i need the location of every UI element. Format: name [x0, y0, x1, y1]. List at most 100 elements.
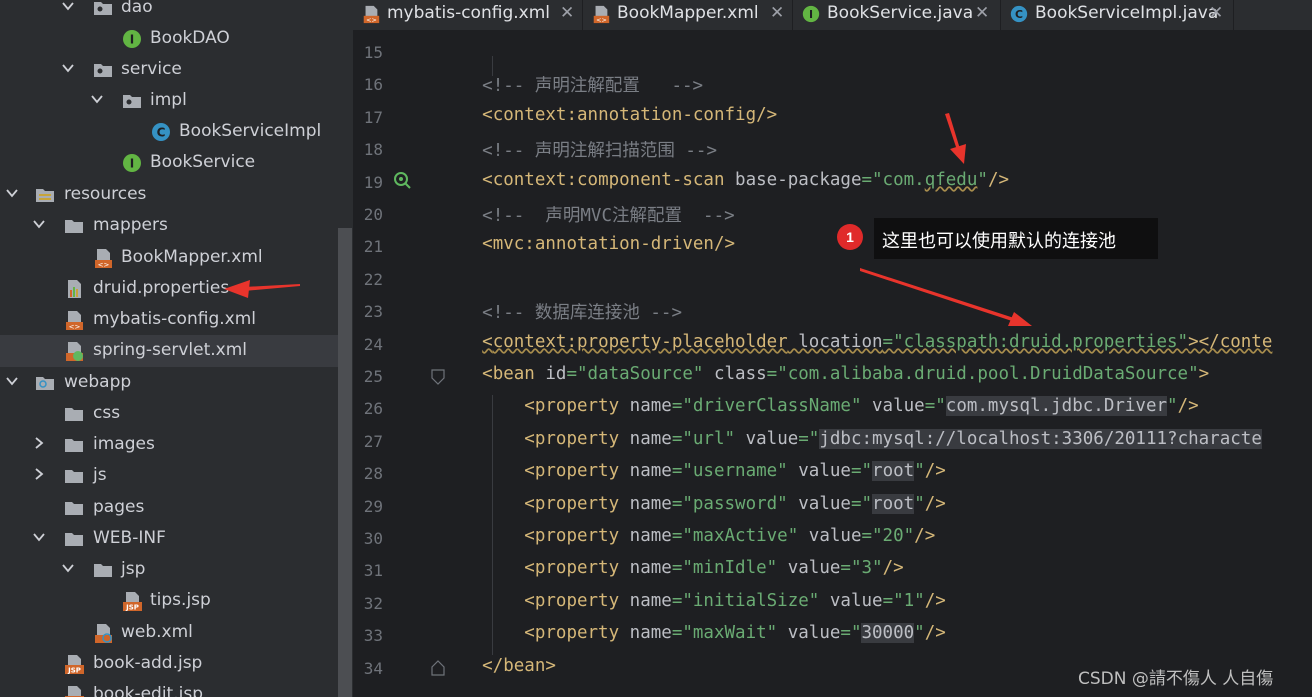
tree-item-bookdao[interactable]: I BookDAO — [0, 23, 338, 55]
tree-item-service[interactable]: service — [0, 54, 338, 86]
tab-mybatis-config-xml[interactable]: <> mybatis-config.xml ✕ — [353, 0, 582, 29]
close-icon[interactable]: ✕ — [1209, 3, 1223, 23]
close-icon[interactable]: ✕ — [560, 3, 574, 23]
tree-item-js[interactable]: js — [0, 460, 338, 492]
code-token: context: — [492, 104, 577, 125]
tree-item-mappers[interactable]: mappers — [0, 210, 338, 242]
tree-item-label: web.xml — [121, 622, 193, 642]
code-line[interactable]: <mvc:annotation-driven/> — [440, 234, 735, 264]
folder-icon — [92, 559, 114, 581]
tree-item-spring-servlet-xml[interactable]: spring-servlet.xml — [0, 335, 338, 367]
tree-item-resources[interactable]: resources — [0, 179, 338, 211]
tree-item-images[interactable]: images — [0, 429, 338, 461]
close-icon[interactable]: ✕ — [770, 3, 784, 23]
chevron-right-icon[interactable] — [31, 435, 47, 451]
close-icon[interactable]: ✕ — [975, 3, 989, 23]
chevron-down-icon[interactable] — [4, 373, 20, 389]
line-number: 23 — [363, 302, 383, 322]
code-token: ="maxWait" — [671, 623, 778, 644]
tree-item-bookmapper-xml[interactable]: <> BookMapper.xml — [0, 242, 338, 274]
tree-item-label: resources — [64, 184, 147, 204]
code-token: root — [872, 461, 915, 482]
code-token: < — [524, 623, 535, 644]
code-line[interactable]: <property name="maxWait" value="30000"/> — [440, 623, 946, 653]
code-token: property — [534, 558, 620, 579]
code-token: ="com.alibaba.druid.pool.DruidDataSource… — [766, 364, 1199, 384]
tab-bookservice-java[interactable]: I BookService.java ✕ — [793, 0, 1000, 29]
code-line[interactable]: <property name="password" value="root"/> — [440, 493, 946, 524]
code-token: > — [1198, 364, 1210, 384]
line-number: 21 — [363, 237, 383, 257]
code-token: =" — [840, 623, 862, 644]
chevron-down-icon[interactable] — [60, 60, 76, 76]
code-token: name — [619, 590, 672, 611]
annotation-badge: 1 — [837, 224, 863, 250]
code-line[interactable]: <context:component-scan base-package="co… — [440, 170, 1009, 200]
package-folder-icon — [92, 59, 114, 81]
code-token: name — [619, 396, 672, 417]
chevron-down-icon[interactable] — [60, 0, 76, 14]
tree-item-bookservice[interactable]: I BookService — [0, 147, 338, 179]
code-line[interactable]: <property name="initialSize" value="1"/> — [440, 591, 946, 621]
tree-item-jsp[interactable]: jsp — [0, 554, 338, 586]
tree-item-tips-jsp[interactable]: JSP tips.jsp — [0, 585, 338, 617]
code-token: ></conte — [1188, 331, 1273, 352]
chevron-right-icon[interactable] — [31, 466, 47, 482]
code-line[interactable]: <property name="username" value="root"/> — [440, 461, 946, 491]
code-token: name — [619, 623, 672, 644]
tree-item-webapp[interactable]: webapp — [0, 367, 338, 399]
code-line[interactable]: <context:annotation-config/> — [440, 105, 777, 135]
tree-item-book-edit-jsp[interactable]: JSP book-edit.jsp — [0, 679, 338, 697]
code-token: " — [1167, 396, 1178, 417]
code-token: jdbc:mysql://localhost:3306/20111?charac… — [819, 428, 1262, 449]
code-line[interactable]: <property name="minIdle" value="3"/> — [440, 558, 903, 588]
code-line[interactable]: <context:property-placeholder location="… — [440, 332, 1272, 362]
code-token: " — [977, 169, 988, 190]
chevron-down-icon[interactable] — [31, 216, 47, 232]
line-number: 32 — [363, 593, 383, 613]
code-line[interactable]: </bean> — [440, 656, 556, 686]
code-line[interactable]: <property name="url" value="jdbc:mysql:/… — [440, 428, 1262, 459]
tree-item-druid-properties[interactable]: druid.properties — [0, 273, 338, 305]
chevron-down-icon[interactable] — [31, 529, 47, 545]
tree-item-css[interactable]: css — [0, 398, 338, 430]
tree-item-label: jsp — [121, 559, 146, 579]
tree-item-mybatis-config-xml[interactable]: <> mybatis-config.xml — [0, 304, 338, 336]
spring-bean-gutter-icon[interactable] — [393, 171, 413, 191]
code-token: qfedu — [924, 169, 978, 190]
code-line[interactable]: <property name="driverClassName" value="… — [440, 396, 1199, 426]
code-line[interactable]: <!-- 数据库连接池 --> — [440, 299, 682, 329]
jsp-file-icon: JSP — [63, 653, 85, 675]
tab-bookmapper-xml[interactable]: <> BookMapper.xml ✕ — [583, 0, 792, 29]
code-token: <!-- 数据库连接池 --> — [482, 303, 682, 324]
annotation-text: 这里也可以使用默认的连接池 — [882, 231, 1116, 252]
code-line[interactable]: <!-- 声明注解配置 --> — [440, 72, 703, 102]
tab-bookserviceimpl-java[interactable]: C BookServiceImpl.java ✕ — [1001, 0, 1233, 29]
code-area[interactable]: <!-- 声明注解配置 --> <context:annotation-conf… — [440, 30, 1312, 697]
code-token: </ — [482, 655, 504, 676]
code-line[interactable]: <!-- 声明注解扫描范围 --> — [440, 137, 717, 167]
code-token: bean — [492, 364, 535, 384]
tree-item-bookserviceimpl[interactable]: C BookServiceImpl — [0, 116, 338, 148]
tree-item-web-inf[interactable]: WEB-INF — [0, 523, 338, 555]
tree-item-web-xml[interactable]: web.xml — [0, 617, 338, 649]
tree-item-impl[interactable]: impl — [0, 85, 338, 117]
editor-tab-bar: <> mybatis-config.xml ✕ <> BookMapper.xml ✕ I B… — [353, 0, 1312, 31]
tree-item-pages[interactable]: pages — [0, 492, 338, 524]
code-token: property — [534, 590, 620, 611]
tree-scrollbar[interactable] — [338, 228, 352, 697]
chevron-down-icon[interactable] — [60, 560, 76, 576]
code-line[interactable]: <!-- 声明MVC注解配置 --> — [440, 202, 735, 232]
chevron-down-icon[interactable] — [89, 91, 105, 107]
tree-item-dao[interactable]: dao — [0, 0, 338, 24]
code-token: ="maxActive" — [671, 526, 799, 546]
tree-item-book-add-jsp[interactable]: JSP book-add.jsp — [0, 648, 338, 680]
code-token: <!-- 声明注解配置 --> — [482, 76, 704, 97]
code-token: /> — [756, 104, 778, 125]
code-line[interactable]: <bean id="dataSource" class="com.alibaba… — [440, 364, 1209, 394]
line-number: 27 — [363, 431, 383, 451]
code-line[interactable]: <property name="maxActive" value="20"/> — [440, 526, 935, 556]
chevron-down-icon[interactable] — [4, 185, 20, 201]
